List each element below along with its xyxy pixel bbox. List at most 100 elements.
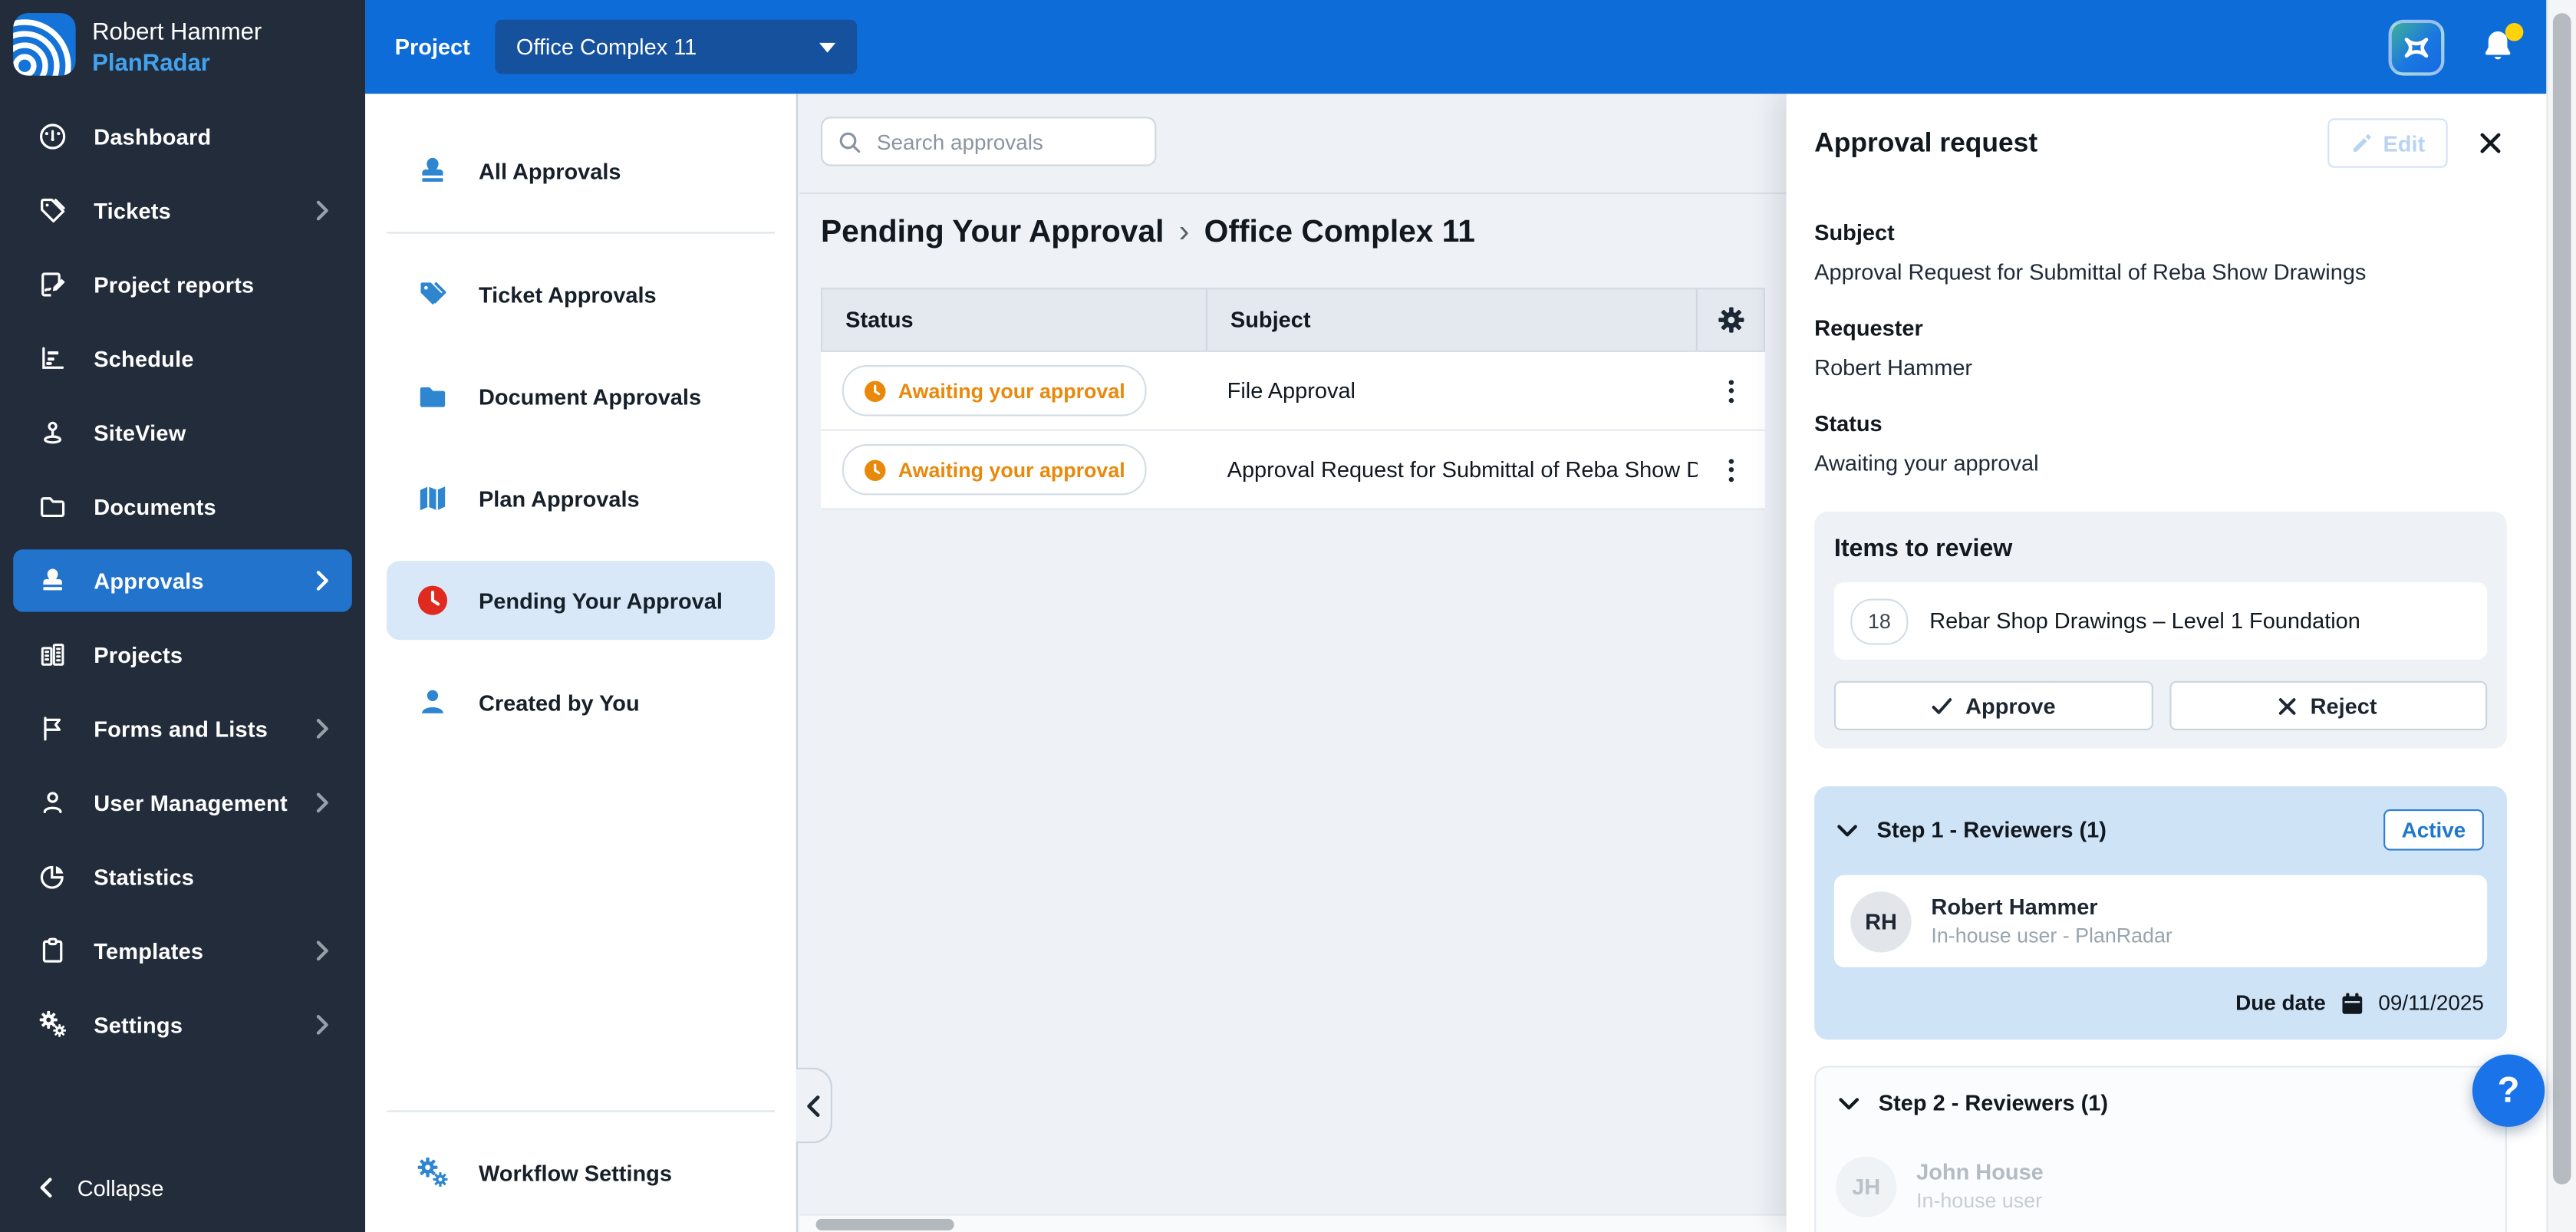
close-icon[interactable] xyxy=(2474,127,2507,160)
chevron-right-icon xyxy=(316,941,329,961)
chevron-right-icon xyxy=(316,1015,329,1035)
items-to-review-card: Items to review 18 Rebar Shop Drawings –… xyxy=(1814,511,2507,749)
siteview-icon xyxy=(36,417,68,449)
sidebar-item-projects[interactable]: Projects xyxy=(13,624,352,686)
notification-badge xyxy=(2505,21,2524,41)
search-box[interactable] xyxy=(821,117,1157,166)
app-window: Robert Hammer PlanRadar Dashboard Ticket… xyxy=(0,0,2576,1232)
vertical-scrollbar[interactable] xyxy=(2546,0,2576,1232)
reviewer-name: Robert Hammer xyxy=(1931,894,2098,920)
divider xyxy=(799,192,1787,195)
row-menu-button[interactable] xyxy=(1698,352,1765,430)
chevron-right-icon xyxy=(316,571,329,591)
nav-item-document-approvals[interactable]: Document Approvals xyxy=(387,357,775,436)
edit-button[interactable]: Edit xyxy=(2327,118,2448,168)
schedule-icon xyxy=(36,343,68,374)
nav-item-plan-approvals[interactable]: Plan Approvals xyxy=(387,459,775,538)
sidebar-item-schedule[interactable]: Schedule xyxy=(13,328,352,390)
stamp-icon xyxy=(417,155,450,188)
x-icon xyxy=(2279,697,2297,714)
table-row[interactable]: Awaiting your approval Approval Request … xyxy=(821,430,1765,510)
reviewer-card[interactable]: JH John House In-house user xyxy=(1836,1140,2485,1232)
topbar: Project Office Complex 11 xyxy=(365,0,2547,94)
reviewer-subtitle: In-house user xyxy=(1916,1189,2043,1213)
table-settings-button[interactable] xyxy=(1695,289,1764,351)
horizontal-scrollbar-thumb[interactable] xyxy=(815,1218,954,1230)
primary-sidebar: Robert Hammer PlanRadar Dashboard Ticket… xyxy=(0,0,366,1232)
search-icon xyxy=(837,129,861,153)
breadcrumb-parent[interactable]: Pending Your Approval xyxy=(821,216,1164,252)
collapse-button[interactable]: Collapse xyxy=(0,1160,404,1216)
projects-icon xyxy=(36,639,68,670)
sidebar-item-siteview[interactable]: SiteView xyxy=(13,401,352,463)
divider xyxy=(386,1110,775,1112)
dashboard-icon xyxy=(36,121,68,153)
avatar: RH xyxy=(1850,891,1912,952)
nav-item-all-approvals[interactable]: All Approvals xyxy=(387,132,775,211)
sidebar-item-user-management[interactable]: User Management xyxy=(13,772,352,834)
subject-label: Subject xyxy=(1814,220,1895,245)
vertical-scrollbar-thumb[interactable] xyxy=(2552,13,2571,1184)
nav-item-workflow-settings[interactable]: Workflow Settings xyxy=(387,1133,775,1212)
chevron-right-icon xyxy=(316,793,329,813)
reject-button[interactable]: Reject xyxy=(2169,680,2488,731)
review-item[interactable]: 18 Rebar Shop Drawings – Level 1 Foundat… xyxy=(1833,582,2488,660)
chevron-down-icon xyxy=(1839,1097,1860,1109)
user-management-icon xyxy=(36,787,68,819)
row-menu-button[interactable] xyxy=(1698,431,1765,509)
sidebar-item-approvals[interactable]: Approvals xyxy=(13,549,352,612)
active-status-badge: Active xyxy=(2383,809,2484,851)
folder-icon xyxy=(417,380,450,413)
table-row[interactable]: Awaiting your approval File Approval xyxy=(821,351,1765,431)
horizontal-scrollbar[interactable] xyxy=(799,1214,1787,1232)
requester-value: Robert Hammer xyxy=(1814,355,1973,380)
search-input[interactable] xyxy=(873,127,1140,156)
map-icon xyxy=(417,482,450,515)
approvals-table: Status Subject Awaiting your approval Fi… xyxy=(821,288,1765,510)
sidebar-item-statistics[interactable]: Statistics xyxy=(13,845,352,908)
sidebar-item-forms-and-lists[interactable]: Forms and Lists xyxy=(13,697,352,759)
sidebar-item-tickets[interactable]: Tickets xyxy=(13,180,352,242)
status-label: Status xyxy=(1814,411,1883,436)
tickets-icon xyxy=(36,195,68,226)
step-1-card: Step 1 - Reviewers (1) Active RH Robert … xyxy=(1814,786,2507,1040)
clock-icon xyxy=(865,380,886,401)
documents-icon xyxy=(36,491,68,522)
sidebar-item-templates[interactable]: Templates xyxy=(13,920,352,982)
step-2-header[interactable]: Step 2 - Reviewers (1) xyxy=(1836,1085,2485,1120)
sidebar-item-settings[interactable]: Settings xyxy=(13,993,352,1056)
step-2-card: Step 2 - Reviewers (1) JH John House In-… xyxy=(1814,1066,2507,1232)
project-label: Project xyxy=(394,35,470,60)
column-header-subject[interactable]: Subject xyxy=(1205,289,1696,351)
sidebar-item-dashboard[interactable]: Dashboard xyxy=(13,105,352,167)
sidebar-item-project-reports[interactable]: Project reports xyxy=(13,253,352,315)
collapse-panel-handle[interactable] xyxy=(796,1067,833,1144)
panel-title: Approval request xyxy=(1814,127,2038,157)
chevron-left-icon xyxy=(39,1178,52,1197)
nav-item-created-by-you[interactable]: Created by You xyxy=(387,663,775,742)
requester-label: Requester xyxy=(1814,315,1923,341)
account-header[interactable]: Robert Hammer PlanRadar xyxy=(0,0,365,77)
approve-button[interactable]: Approve xyxy=(1833,680,2153,731)
help-button[interactable]: ? xyxy=(2472,1054,2545,1127)
tag-icon xyxy=(417,278,450,311)
project-reports-icon xyxy=(36,269,68,301)
project-selector[interactable]: Office Complex 11 xyxy=(494,19,857,74)
breadcrumb-separator: › xyxy=(1178,215,1190,250)
reviewer-card[interactable]: RH Robert Hammer In-house user - PlanRad… xyxy=(1833,875,2488,967)
clock-icon xyxy=(417,584,450,617)
nav-item-ticket-approvals[interactable]: Ticket Approvals xyxy=(387,255,775,334)
sidebar-item-documents[interactable]: Documents xyxy=(13,476,352,538)
breadcrumb: Pending Your Approval › Office Complex 1… xyxy=(821,216,1475,252)
caret-down-icon xyxy=(819,41,835,52)
notifications-bell-button[interactable] xyxy=(2479,21,2524,66)
planradar-logo-icon xyxy=(13,13,76,76)
column-header-status[interactable]: Status xyxy=(822,289,1206,350)
avatar: JH xyxy=(1836,1155,1897,1217)
statistics-icon xyxy=(36,861,68,893)
chevron-right-icon xyxy=(316,201,329,221)
step-1-header[interactable]: Step 1 - Reviewers (1) Active xyxy=(1834,805,2487,855)
apps-launcher-button[interactable] xyxy=(2388,18,2445,75)
nav-item-pending-your-approval[interactable]: Pending Your Approval xyxy=(386,561,775,641)
